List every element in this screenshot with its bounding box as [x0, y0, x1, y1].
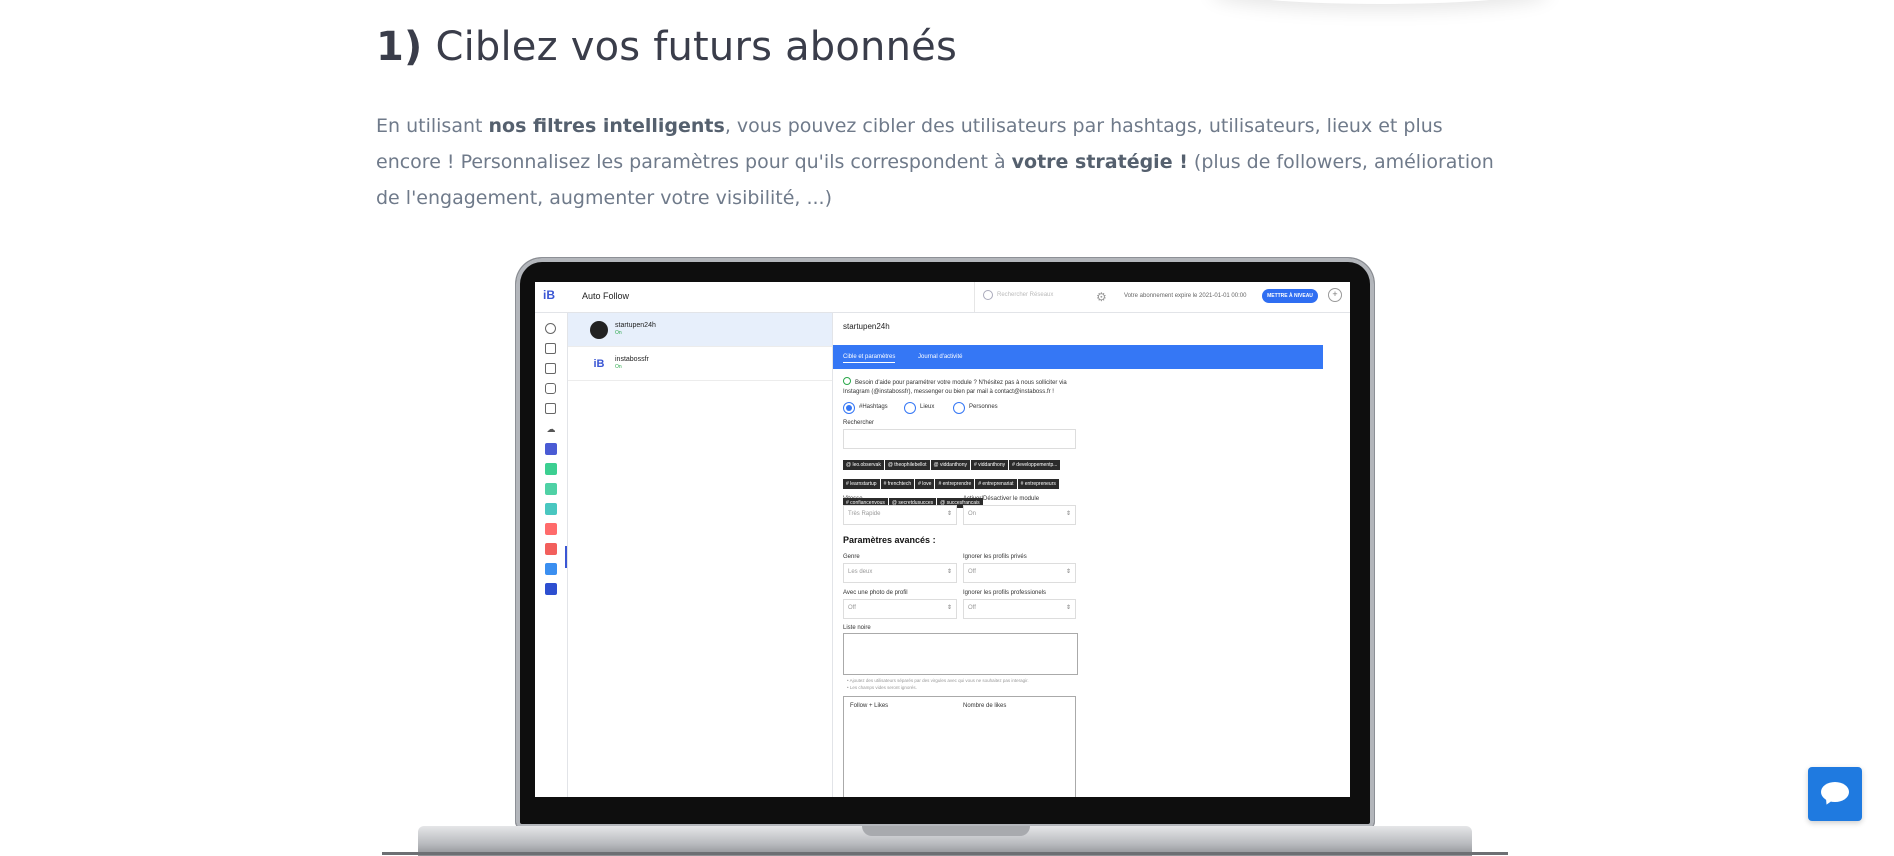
- advanced-title: Paramètres avancés :: [843, 535, 936, 545]
- tag-chip[interactable]: @ viddanthony: [930, 460, 970, 470]
- tab-activity-log[interactable]: Journal d'activité: [918, 354, 963, 360]
- tag-chip[interactable]: # learnstartup: [843, 479, 880, 489]
- private-select[interactable]: Off ⇕: [963, 563, 1076, 583]
- stats-icon[interactable]: [545, 403, 556, 414]
- speed-select[interactable]: Très Rapide ⇕: [843, 505, 957, 525]
- follow-likes-box: Follow + Likes Nombre de likes: [843, 696, 1076, 797]
- page-title: Auto Follow: [582, 291, 630, 301]
- pro-select[interactable]: Off ⇕: [963, 599, 1076, 619]
- hint-text: • Ajoutez des utilisateurs séparés par d…: [847, 678, 1029, 683]
- account-name: instabossfr: [615, 356, 649, 363]
- chart-icon[interactable]: [545, 503, 557, 515]
- accounts-panel: startupen24h On iB instabossfr On: [568, 313, 833, 797]
- laptop-notch: [862, 826, 1030, 836]
- tag-chip[interactable]: # viddanthony: [970, 460, 1009, 470]
- comment-icon[interactable]: [545, 523, 557, 535]
- likes-count-label: Nombre de likes: [963, 703, 1007, 709]
- avatar: iB: [590, 355, 608, 373]
- genre-label: Genre: [843, 554, 860, 560]
- private-label: Ignorer les profils privés: [963, 554, 1027, 560]
- search-input[interactable]: Rechercher Réseaux: [974, 282, 1093, 312]
- app-topbar: iB Auto Follow Rechercher Réseaux ⚙ Votr…: [535, 282, 1350, 313]
- instagram-icon[interactable]: [545, 383, 556, 394]
- section-heading: 1) Ciblez vos futurs abonnés: [376, 24, 957, 70]
- blacklist-label: Liste noire: [843, 625, 871, 631]
- tag-chip[interactable]: # entrepreneurs: [1017, 479, 1059, 489]
- toggle-select[interactable]: On ⇕: [963, 505, 1076, 525]
- help-text: Besoin d'aide pour paramétrer votre modu…: [843, 377, 1083, 397]
- active-indicator: [565, 546, 567, 568]
- add-circle-icon[interactable]: [545, 323, 556, 334]
- app-screenshot: iB Auto Follow Rechercher Réseaux ⚙ Votr…: [535, 282, 1350, 797]
- calendar-icon[interactable]: [545, 343, 556, 354]
- tag-chip[interactable]: @ leo.observak: [843, 460, 884, 470]
- blacklist-textarea[interactable]: [843, 633, 1078, 675]
- upgrade-button[interactable]: METTRE À NIVEAU: [1262, 289, 1318, 303]
- analytics-icon[interactable]: [545, 443, 557, 455]
- tab-target-settings[interactable]: Cible et paramètres: [843, 354, 896, 363]
- tab-bar: Cible et paramètres Journal d'activité: [833, 345, 1323, 369]
- refresh-icon[interactable]: [545, 583, 557, 595]
- subscription-text: Votre abonnement expire le 2021-01-01 00…: [1124, 293, 1247, 299]
- account-status: On: [615, 330, 622, 336]
- search-label: Rechercher: [843, 420, 875, 426]
- cloud-icon[interactable]: ☁: [545, 423, 557, 435]
- add-icon[interactable]: +: [1328, 288, 1342, 302]
- app-logo: iB: [543, 288, 555, 302]
- help-icon: [843, 377, 851, 385]
- send-icon[interactable]: [545, 543, 557, 555]
- tag-chip[interactable]: @ theophilebellot: [884, 460, 930, 470]
- tag-chip[interactable]: # entreprendre: [935, 479, 975, 489]
- tag-chip[interactable]: # developpementp...: [1009, 460, 1061, 470]
- tag-chip[interactable]: # frenchtech: [880, 479, 915, 489]
- account-item[interactable]: startupen24h On: [568, 313, 832, 347]
- intro-paragraph: En utilisant nos filtres intelligents, v…: [376, 115, 1494, 209]
- header-shadow: [1210, 0, 1550, 4]
- follow-icon[interactable]: [545, 483, 557, 495]
- search-placeholder: Rechercher Réseaux: [997, 292, 1054, 298]
- gear-icon[interactable]: ⚙: [1096, 290, 1107, 304]
- photo-select[interactable]: Off ⇕: [843, 599, 957, 619]
- avatar: [590, 321, 608, 339]
- speed-label: Vitesse: [843, 496, 863, 502]
- genre-select[interactable]: Les deux ⇕: [843, 563, 957, 583]
- icon-sidebar: ☁: [535, 313, 568, 797]
- grid-icon[interactable]: [545, 363, 556, 374]
- photo-label: Avec une photo de profil: [843, 590, 908, 596]
- detail-panel: startupen24h Cible et paramètres Journal…: [833, 313, 1350, 797]
- search-icon: [983, 290, 993, 300]
- tag-chip[interactable]: # love: [915, 479, 935, 489]
- account-name: startupen24h: [615, 322, 656, 329]
- account-status: On: [615, 364, 622, 370]
- hint-text: • Les champs vides seront ignorés.: [847, 685, 917, 690]
- account-item[interactable]: iB instabossfr On: [568, 347, 832, 381]
- chat-button[interactable]: [1808, 767, 1862, 821]
- tag-chip[interactable]: # entreprenariat: [975, 479, 1017, 489]
- detail-title: startupen24h: [843, 322, 890, 331]
- toggle-label: Activer/Désactiver le module: [963, 496, 1040, 502]
- user-icon[interactable]: [545, 563, 557, 575]
- pro-label: Ignorer les profils professionels: [963, 590, 1047, 596]
- follow-likes-label: Follow + Likes: [850, 703, 889, 709]
- hashtag-search-input[interactable]: [843, 429, 1076, 449]
- heart-icon[interactable]: [545, 463, 557, 475]
